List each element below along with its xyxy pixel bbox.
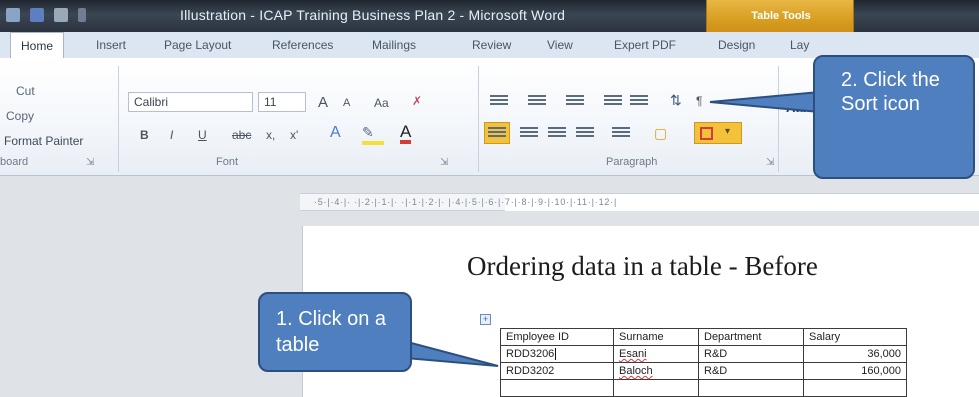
chevron-down-icon: ▾ (725, 126, 731, 137)
horizontal-ruler[interactable]: ·5·|·4·|· ·|·2·|·1·|· ·|·1·|·2·|· |·4·|·… (300, 193, 979, 211)
tab-layout[interactable]: Lay (790, 38, 809, 52)
table-header-row: Employee ID Surname Department Salary (500, 328, 907, 346)
cut-button[interactable]: Cut (16, 84, 35, 98)
borders-button[interactable]: ▾ (694, 122, 742, 144)
quick-access-toolbar (6, 8, 86, 22)
italic-button[interactable]: I (170, 128, 173, 142)
text-cursor (555, 348, 557, 360)
align-left-button[interactable] (484, 122, 510, 144)
cell-department[interactable]: R&D (698, 362, 804, 380)
tab-review[interactable]: Review (472, 38, 511, 52)
separator (118, 66, 119, 172)
font-size-box[interactable]: 11 (258, 92, 306, 112)
cell-employee-id[interactable]: RDD3206 (500, 345, 614, 363)
cell-department[interactable]: R&D (698, 345, 804, 363)
ruler-marks: ·5·|·4·|· ·|·2·|·1·|· ·|·1·|·2·|· |·4·|·… (314, 197, 618, 207)
table-tools-label: Table Tools (751, 10, 811, 22)
tab-design[interactable]: Design (718, 38, 755, 52)
grow-font-button[interactable]: A (318, 94, 328, 111)
highlight-color-icon[interactable]: ✎ (362, 124, 384, 145)
cell-salary[interactable]: 36,000 (803, 345, 907, 363)
decrease-indent-icon[interactable] (604, 95, 622, 107)
shading-icon[interactable]: ▢ (654, 125, 667, 142)
save-icon[interactable] (30, 8, 44, 22)
header-salary[interactable]: Salary (803, 328, 907, 346)
bold-button[interactable]: B (140, 128, 149, 142)
justify-icon[interactable] (576, 127, 594, 139)
copy-button[interactable]: Copy (6, 109, 34, 123)
cell-salary[interactable] (803, 379, 907, 397)
align-right-icon[interactable] (548, 127, 566, 139)
style-preview[interactable]: AaI (786, 100, 806, 115)
tab-page-layout[interactable]: Page Layout (164, 38, 231, 52)
borders-icon (700, 127, 713, 140)
font-name-box[interactable]: Calibri (128, 92, 253, 112)
word-app-icon[interactable] (6, 8, 20, 22)
clipboard-launcher-icon[interactable]: ⇲ (86, 157, 94, 168)
tab-references[interactable]: References (272, 38, 333, 52)
cell-surname[interactable]: Esani (613, 345, 699, 363)
separator (778, 66, 779, 172)
paragraph-launcher-icon[interactable]: ⇲ (766, 157, 774, 168)
numbering-icon[interactable] (528, 95, 546, 107)
strikethrough-button[interactable]: abc (232, 128, 251, 142)
font-group-label: Font (216, 156, 239, 168)
tab-insert[interactable]: Insert (96, 38, 126, 52)
font-color-icon[interactable]: A (400, 122, 412, 144)
table-callout: 1. Click on a table (258, 292, 412, 372)
change-case-button[interactable]: Aa (374, 96, 389, 110)
table-row-partial (500, 379, 907, 397)
separator (478, 66, 479, 172)
align-left-icon (488, 127, 506, 139)
cell-text: RDD3206 (506, 348, 555, 360)
bullets-icon[interactable] (490, 95, 508, 107)
cell-employee-id[interactable]: RDD3202 (500, 362, 614, 380)
show-hide-icon[interactable]: ¶ (696, 94, 702, 108)
header-surname[interactable]: Surname (613, 328, 699, 346)
cell-salary[interactable]: 160,000 (803, 362, 907, 380)
tab-home[interactable]: Home (10, 32, 65, 58)
sort-icon[interactable]: ⇅ (670, 92, 682, 109)
underline-button[interactable]: U (198, 128, 207, 142)
font-launcher-icon[interactable]: ⇲ (440, 157, 448, 168)
cell-employee-id[interactable] (500, 379, 614, 397)
sort-callout: 2. Click the Sort icon (813, 55, 975, 179)
tab-expert-pdf[interactable]: Expert PDF (614, 38, 676, 52)
header-department[interactable]: Department (698, 328, 804, 346)
cell-text: Esani (619, 348, 647, 360)
cell-text: Baloch (619, 365, 653, 377)
cell-department[interactable] (698, 379, 804, 397)
line-spacing-icon[interactable] (612, 127, 630, 139)
window-title: Illustration - ICAP Training Business Pl… (180, 7, 566, 23)
cell-surname[interactable]: Baloch (613, 362, 699, 380)
undo-icon[interactable] (54, 8, 68, 22)
increase-indent-icon[interactable] (630, 95, 648, 107)
header-employee-id[interactable]: Employee ID (500, 328, 614, 346)
text-effects-icon[interactable]: A (330, 124, 341, 142)
clear-formatting-icon[interactable]: ✗ (412, 94, 422, 108)
customize-qat-icon[interactable] (78, 8, 86, 22)
table-row: RDD3202 Baloch R&D 160,000 (500, 362, 907, 380)
table-move-handle-icon[interactable]: + (480, 314, 491, 325)
paragraph-group-label: Paragraph (606, 156, 658, 168)
align-center-icon[interactable] (520, 127, 538, 139)
subscript-button[interactable]: x, (266, 128, 275, 142)
shrink-font-button[interactable]: A (343, 97, 350, 109)
tab-view[interactable]: View (547, 38, 573, 52)
multilevel-list-icon[interactable] (566, 95, 584, 107)
tab-mailings[interactable]: Mailings (372, 38, 416, 52)
superscript-button[interactable]: x' (290, 128, 298, 142)
document-heading: Ordering data in a table - Before (467, 251, 818, 281)
format-painter-button[interactable]: Format Painter (4, 134, 83, 148)
cell-surname[interactable] (613, 379, 699, 397)
employee-table[interactable]: Employee ID Surname Department Salary RD… (500, 328, 907, 397)
table-row: RDD3206 Esani R&D 36,000 (500, 345, 907, 363)
clipboard-group-label: board (0, 156, 29, 168)
